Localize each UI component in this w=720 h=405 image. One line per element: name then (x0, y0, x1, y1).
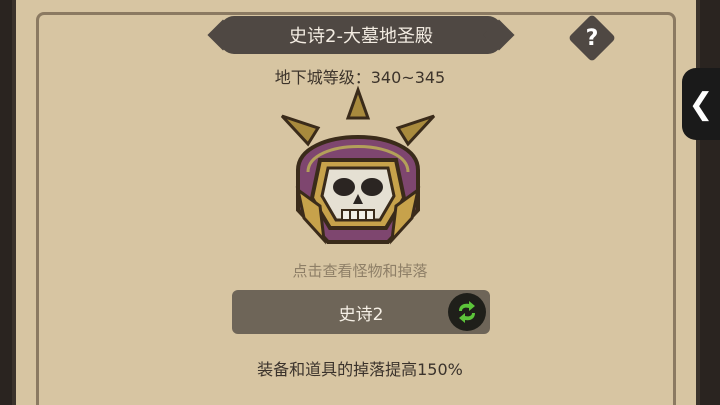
switch-difficulty-button[interactable] (448, 293, 486, 331)
swap-arrows-icon (459, 301, 475, 323)
difficulty-label: 史诗2 (338, 304, 384, 325)
drop-bonus-text: 装备和道具的掉落提高150% (257, 360, 463, 379)
dungeon-title: 史诗2-大墓地圣殿 (220, 16, 502, 54)
side-tab-button[interactable]: ❮ (682, 68, 720, 140)
difficulty-selector[interactable]: 史诗2 (232, 290, 490, 334)
skull-helmet-icon[interactable] (268, 82, 448, 262)
help-button[interactable]: ? (566, 12, 618, 64)
view-monsters-drops-hint[interactable]: 点击查看怪物和掉落 (240, 260, 480, 281)
chevron-left-icon: ❮ (688, 86, 714, 122)
dungeon-title-text: 史诗2-大墓地圣殿 (289, 26, 433, 47)
help-icon: ? (585, 25, 599, 51)
